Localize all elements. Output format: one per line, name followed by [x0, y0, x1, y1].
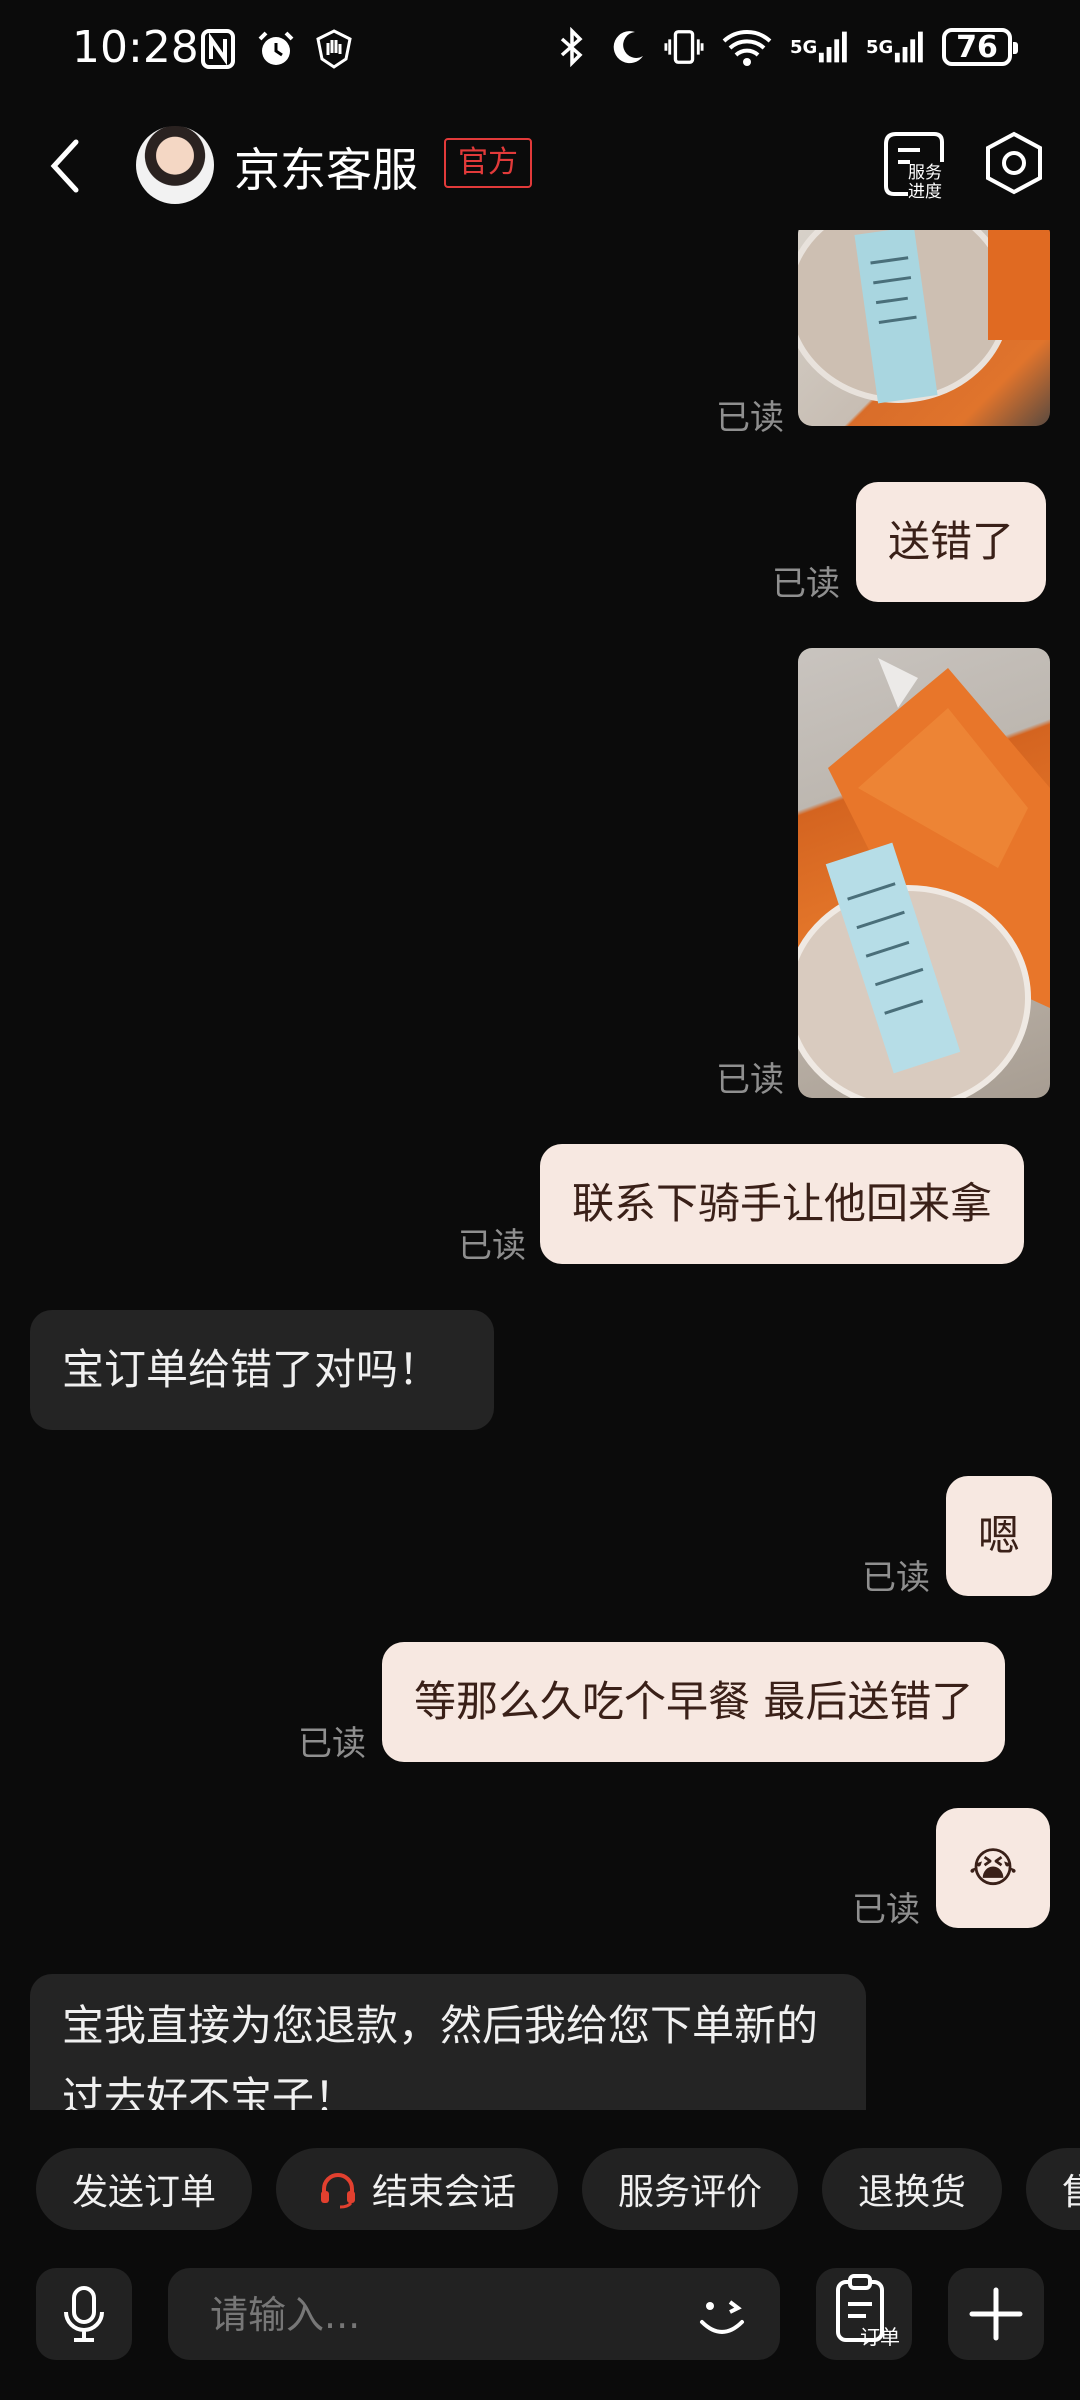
- service-progress-button[interactable]: 服务进度: [880, 128, 950, 202]
- chat-messages[interactable]: 已读 送错了 已读 已读 联系下骑手让他回来拿 已读 宝订单给错了对吗！ 嗯 已…: [0, 230, 1080, 2110]
- outgoing-message-bubble[interactable]: 等那么久吃个早餐 最后送错了: [382, 1642, 1006, 1762]
- agent-avatar[interactable]: [136, 126, 214, 204]
- voice-input-button[interactable]: [36, 2268, 132, 2360]
- status-time: 10:28: [72, 22, 199, 73]
- photo-orange-bag-receipt: [798, 658, 1050, 1098]
- alarm-icon: [256, 26, 296, 72]
- message-input-box[interactable]: [168, 2268, 780, 2362]
- vibrate-icon: [664, 24, 704, 70]
- chat-header: 京东客服 官方 服务进度: [0, 100, 1080, 230]
- battery-indicator: 76: [942, 28, 1018, 66]
- bluetooth-icon: [552, 24, 592, 70]
- microphone-icon: [64, 2286, 104, 2342]
- settings-button[interactable]: [984, 130, 1044, 196]
- status-left-icons: [198, 26, 354, 72]
- outgoing-message-bubble[interactable]: 联系下骑手让他回来拿: [540, 1144, 1025, 1264]
- chip-label: 退换货: [857, 2172, 966, 2213]
- outgoing-message-bubble[interactable]: 送错了: [856, 482, 1047, 602]
- service-progress-label: 服务进度: [908, 163, 942, 202]
- moon-icon: [608, 24, 648, 70]
- image-message[interactable]: [798, 230, 1050, 426]
- read-receipt: 已读: [852, 1890, 920, 1930]
- status-right-icons: 5G 5G 76: [552, 24, 1018, 70]
- chip-label: 售: [1062, 2163, 1080, 2215]
- signal-icon-1: 5G: [790, 24, 850, 70]
- read-receipt: 已读: [458, 1226, 526, 1266]
- signal-icon-2: 5G: [866, 24, 926, 70]
- page-title: 京东客服: [234, 143, 418, 197]
- settings-hexagon-icon: [986, 131, 1042, 195]
- incoming-message-bubble[interactable]: 宝订单给错了对吗！: [30, 1310, 494, 1430]
- official-badge: 官方: [444, 138, 532, 188]
- chip-label: 发送订单: [71, 2172, 216, 2213]
- chip-label: 结束会话: [371, 2172, 516, 2213]
- chevron-left-icon: [50, 139, 79, 193]
- wifi-icon: [720, 24, 774, 70]
- send-order-chip[interactable]: 发送订单: [36, 2148, 252, 2230]
- return-exchange-chip[interactable]: 退换货: [822, 2148, 1002, 2230]
- service-rating-chip[interactable]: 服务评价: [582, 2148, 798, 2230]
- hand-shield-icon: [314, 26, 354, 72]
- more-button[interactable]: [948, 2268, 1044, 2360]
- input-bar: 订单: [0, 2264, 1080, 2364]
- headset-icon: [318, 2169, 358, 2209]
- incoming-message-bubble[interactable]: 宝我直接为您退款，然后我给您下单新的过去好不宝子！: [30, 1974, 866, 2110]
- quick-actions-bar[interactable]: 发送订单 结束会话 服务评价 退换货 售: [0, 2144, 1080, 2234]
- order-label: 订单: [860, 2325, 900, 2349]
- back-button[interactable]: [40, 128, 96, 204]
- emoji-message-bubble[interactable]: 😭: [936, 1808, 1050, 1928]
- after-sales-chip[interactable]: 售: [1026, 2148, 1080, 2230]
- plus-icon: [969, 2287, 1023, 2341]
- read-receipt: 已读: [772, 564, 840, 604]
- end-session-chip[interactable]: 结束会话: [276, 2148, 558, 2230]
- chip-label: 服务评价: [617, 2172, 762, 2213]
- read-receipt: 已读: [716, 1060, 784, 1100]
- wink-face-icon: [700, 2300, 744, 2334]
- read-receipt: 已读: [716, 398, 784, 438]
- nfc-icon: [198, 26, 238, 72]
- outgoing-message-bubble[interactable]: 嗯: [946, 1476, 1053, 1596]
- emoji-button[interactable]: [694, 2288, 750, 2344]
- image-message[interactable]: [798, 648, 1050, 1098]
- message-input[interactable]: [208, 2268, 672, 2362]
- order-button[interactable]: 订单: [816, 2268, 912, 2360]
- read-receipt: 已读: [862, 1558, 930, 1598]
- photo-food-receipt: [798, 230, 1050, 404]
- read-receipt: 已读: [298, 1724, 366, 1764]
- status-bar: 10:28 5G 5G 76: [0, 0, 1080, 100]
